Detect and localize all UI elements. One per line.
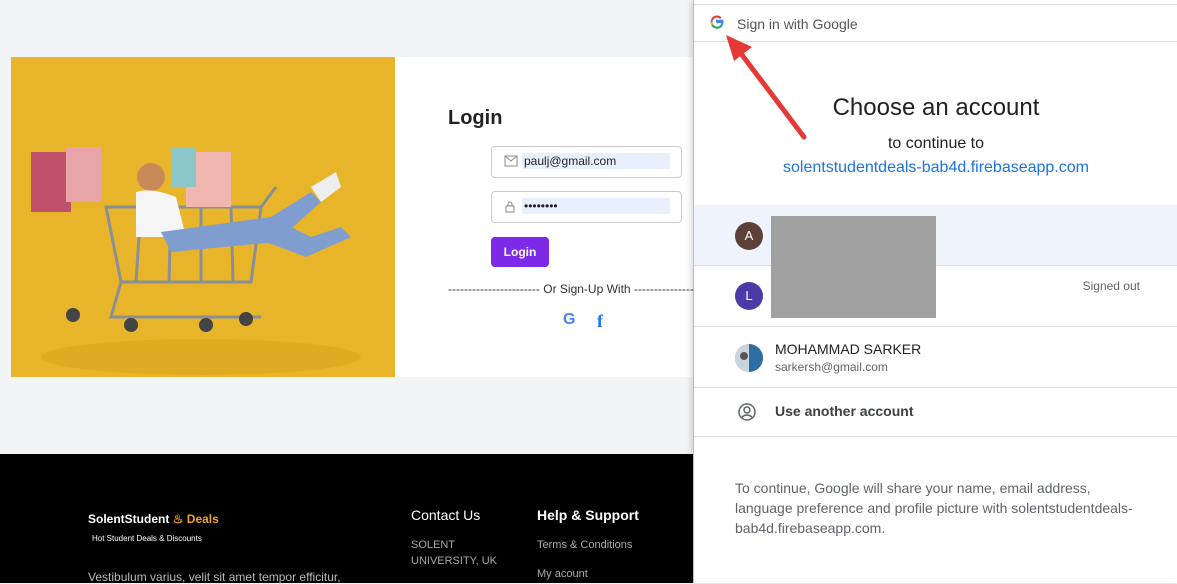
avatar: A xyxy=(735,222,763,250)
account-name: MOHAMMAD SARKER xyxy=(775,341,922,357)
account-item[interactable]: A xyxy=(694,205,1177,268)
signup-divider: ----------------------- Or Sign-Up With … xyxy=(448,282,718,296)
email-field[interactable] xyxy=(491,146,682,178)
footer-logo[interactable]: SolentStudent ♨ Deals xyxy=(88,512,219,526)
account-item[interactable]: L Signed out xyxy=(694,266,1177,327)
email-input[interactable] xyxy=(522,153,670,169)
redacted-account-info xyxy=(771,266,936,318)
account-email: sarkersh@gmail.com xyxy=(775,360,888,374)
mail-icon xyxy=(504,155,518,169)
flame-icon: ♨ xyxy=(172,512,184,526)
redacted-account-info xyxy=(771,216,936,268)
account-item[interactable]: MOHAMMAD SARKER sarkersh@gmail.com xyxy=(694,327,1177,388)
annotation-arrow xyxy=(726,35,807,140)
logo-accent-text: Deals xyxy=(186,512,219,526)
app-domain-link[interactable]: solentstudentdeals-bab4d.firebaseapp.com xyxy=(694,159,1177,177)
use-another-label: Use another account xyxy=(775,403,914,419)
contact-line: SOLENT xyxy=(411,539,456,551)
consent-note: To continue, Google will share your name… xyxy=(735,480,1133,536)
password-input[interactable] xyxy=(522,198,670,214)
use-another-account[interactable]: Use another account xyxy=(694,388,1177,437)
avatar xyxy=(735,344,763,372)
my-account-link[interactable]: My acount xyxy=(537,568,588,580)
contact-heading: Contact Us xyxy=(411,507,481,523)
login-title: Login xyxy=(448,107,503,129)
help-heading: Help & Support xyxy=(537,507,639,523)
lock-icon xyxy=(504,200,518,214)
hero-image xyxy=(11,57,395,377)
login-button[interactable]: Login xyxy=(491,237,549,267)
footer-description: Vestibulum varius, velit sit amet tempor… xyxy=(88,570,341,584)
contact-line: UNIVERSITY, UK xyxy=(411,555,497,567)
popup-title: Sign in with Google xyxy=(737,16,858,32)
google-logo-icon xyxy=(710,15,724,32)
google-icon[interactable]: G xyxy=(563,311,575,329)
login-card: Login Login ----------------------- Or S… xyxy=(11,57,718,377)
signed-out-label: Signed out xyxy=(1082,279,1140,293)
logo-main-text: SolentStudent xyxy=(88,512,170,526)
facebook-icon[interactable]: f xyxy=(597,311,603,332)
account-circle-icon xyxy=(738,403,756,426)
terms-link[interactable]: Terms & Conditions xyxy=(537,539,632,551)
avatar: L xyxy=(735,282,763,310)
footer-tagline: Hot Student Deals & Discounts xyxy=(92,534,202,543)
footer: SolentStudent ♨ Deals Hot Student Deals … xyxy=(0,454,700,584)
password-field[interactable] xyxy=(491,191,682,223)
